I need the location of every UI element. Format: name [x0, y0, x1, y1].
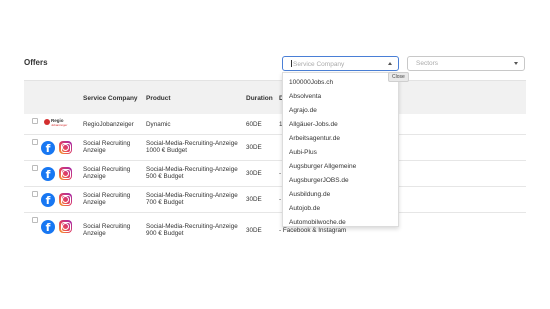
header-product[interactable]: Product — [146, 95, 171, 102]
table-row[interactable]: Regio Jobanzeiger RegioJobanzeiger Dynam… — [24, 114, 526, 135]
dropdown-option[interactable]: AugsburgerJOBS.de — [289, 177, 349, 184]
page-title: Offers — [24, 58, 48, 67]
service-company-select[interactable]: Service Company — [282, 56, 399, 71]
dropdown-option[interactable]: Ausbildung.de — [289, 191, 330, 198]
cell-extra: - — [279, 170, 282, 177]
row-checkbox[interactable] — [32, 191, 38, 197]
instagram-icon — [59, 193, 72, 206]
cell-company-line2: Anzeige — [83, 199, 106, 206]
cell-company-line2: Anzeige — [83, 230, 106, 237]
dropdown-option[interactable]: Agrajo.de — [289, 107, 317, 114]
cell-duration: 30DE — [246, 144, 262, 151]
sectors-placeholder: Sectors — [416, 60, 439, 67]
cell-product-line2: 1000 € Budget — [146, 147, 187, 154]
row-checkbox[interactable] — [32, 139, 38, 145]
caret-up-icon[interactable] — [388, 62, 392, 65]
row-checkbox[interactable] — [32, 165, 38, 171]
cell-company: RegioJobanzeiger — [83, 121, 134, 128]
header-service-company[interactable]: Service Company — [83, 95, 138, 102]
service-company-placeholder: Service Company — [293, 61, 345, 68]
dropdown-option[interactable]: 100000Jobs.ch — [289, 79, 333, 86]
row-checkbox[interactable] — [32, 217, 38, 223]
dropdown-option[interactable]: Absolventa — [289, 93, 321, 100]
instagram-icon — [59, 141, 72, 154]
facebook-icon: f — [41, 220, 55, 234]
cell-duration: 30DE — [246, 227, 262, 234]
dropdown-option[interactable]: Aubi-Plus — [289, 149, 317, 156]
cell-product-line2: 500 € Budget — [146, 173, 184, 180]
table-row[interactable]: f Social Recruiting Anzeige Social-Media… — [24, 161, 526, 187]
cell-product-line2: 700 € Budget — [146, 199, 184, 206]
instagram-icon — [59, 167, 72, 180]
table-row[interactable]: f Social Recruiting Anzeige Social-Media… — [24, 135, 526, 161]
cell-duration: 60DE — [246, 121, 262, 128]
table-row[interactable]: f Social Recruiting Anzeige Social-Media… — [24, 213, 526, 240]
service-company-dropdown[interactable]: 100000Jobs.ch Absolventa Agrajo.de Allgä… — [282, 72, 399, 227]
logo-text-line2: Jobanzeiger — [51, 123, 68, 127]
cell-company-line2: Anzeige — [83, 173, 106, 180]
logo-dot — [44, 119, 50, 125]
cell-product: Dynamic — [146, 121, 171, 128]
cell-duration: 30DE — [246, 196, 262, 203]
cell-product-line2: 900 € Budget — [146, 230, 184, 237]
facebook-icon: f — [41, 141, 55, 155]
table-header: Service Company Product Duration D — [24, 80, 526, 114]
dropdown-option[interactable]: Allgäuer-Jobs.de — [289, 121, 338, 128]
cell-company-line2: Anzeige — [83, 147, 106, 154]
dropdown-option[interactable]: Arbeitsagentur.de — [289, 135, 340, 142]
instagram-icon — [59, 220, 72, 233]
cell-extra: - Facebook & Instagram — [279, 227, 347, 234]
header-duration[interactable]: Duration — [246, 95, 273, 102]
row-checkbox[interactable] — [32, 118, 38, 124]
table-row[interactable]: f Social Recruiting Anzeige Social-Media… — [24, 187, 526, 213]
cell-extra: - — [279, 196, 282, 203]
close-tooltip: Close — [388, 72, 409, 82]
dropdown-option[interactable]: Augsburger Allgemeine — [289, 163, 356, 170]
text-cursor — [291, 60, 292, 67]
caret-down-icon[interactable] — [514, 62, 518, 65]
facebook-icon: f — [41, 167, 55, 181]
dropdown-option[interactable]: Autojob.de — [289, 205, 320, 212]
dropdown-option[interactable]: Automobilwoche.de — [289, 219, 346, 226]
sectors-select[interactable]: Sectors — [407, 56, 525, 71]
facebook-icon: f — [41, 193, 55, 207]
cell-duration: 30DE — [246, 170, 262, 177]
offers-table: Service Company Product Duration D Regio… — [24, 80, 526, 240]
regio-jobanzeiger-logo: Regio Jobanzeiger — [44, 118, 68, 131]
